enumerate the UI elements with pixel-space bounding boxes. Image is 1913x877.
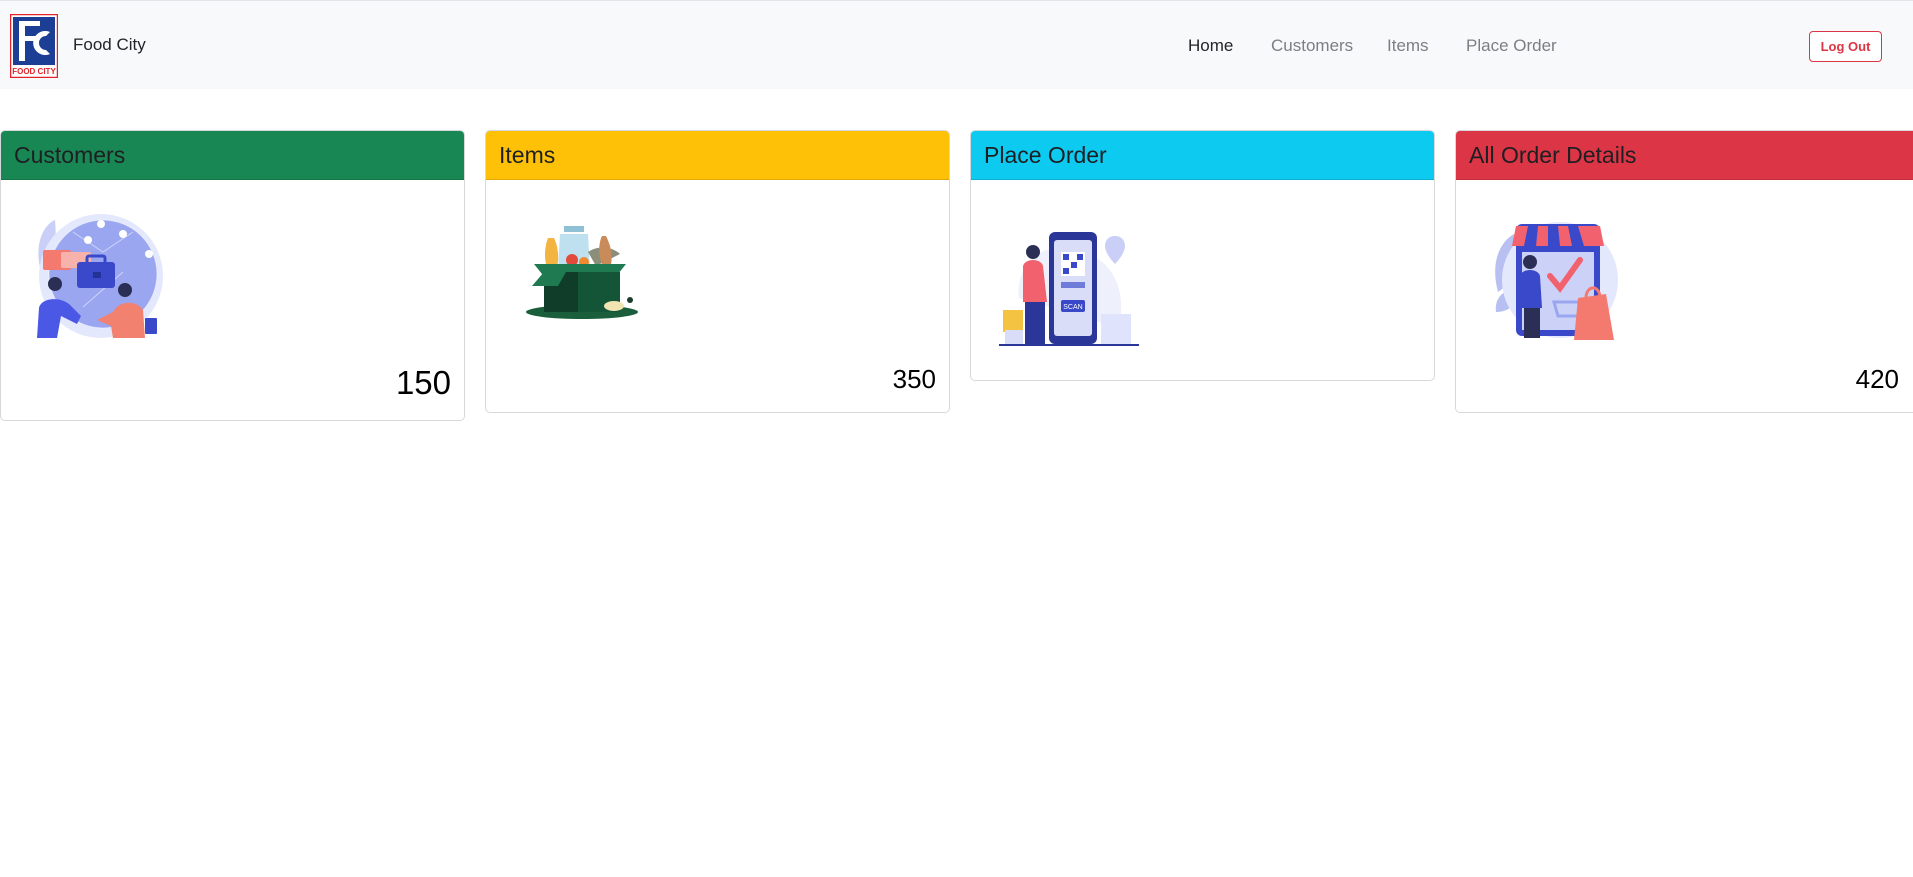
customers-card[interactable]: Customers 150 — [0, 130, 465, 421]
svg-text:SCAN: SCAN — [1063, 304, 1082, 311]
items-count: 350 — [892, 364, 936, 394]
nav-place-order[interactable]: Place Order — [1466, 36, 1557, 56]
food-city-logo[interactable]: FOOD CITY — [9, 13, 59, 79]
card-title: All Order Details — [1469, 142, 1637, 168]
navbar: FOOD CITY Food City Home Customers Items… — [0, 0, 1913, 89]
place-order-illustration: SCAN — [999, 232, 1139, 346]
card-title: Items — [499, 142, 556, 168]
nav-items[interactable]: Items — [1387, 36, 1429, 56]
nav-customers[interactable]: Customers — [1271, 36, 1353, 56]
svg-text:FOOD CITY: FOOD CITY — [12, 67, 56, 76]
card-title: Place Order — [984, 142, 1107, 168]
order-details-illustration — [1495, 222, 1618, 340]
order-details-card[interactable]: All Order Details 420 — [1455, 130, 1913, 413]
place-order-card[interactable]: Place Order SCAN — [970, 130, 1435, 381]
card-header: Place Order — [971, 131, 1434, 180]
card-header: Items — [486, 131, 949, 180]
items-illustration — [526, 226, 638, 319]
card-header: Customers — [1, 131, 464, 180]
order-details-count: 420 — [1855, 364, 1899, 394]
brand-name[interactable]: Food City — [73, 35, 146, 55]
items-card[interactable]: Items 350 — [485, 130, 950, 413]
logout-button[interactable]: Log Out — [1809, 31, 1882, 62]
customers-illustration — [37, 214, 163, 338]
nav-home[interactable]: Home — [1188, 36, 1233, 56]
customers-count: 150 — [395, 364, 451, 401]
card-title: Customers — [14, 142, 126, 168]
card-header: All Order Details — [1456, 131, 1913, 180]
